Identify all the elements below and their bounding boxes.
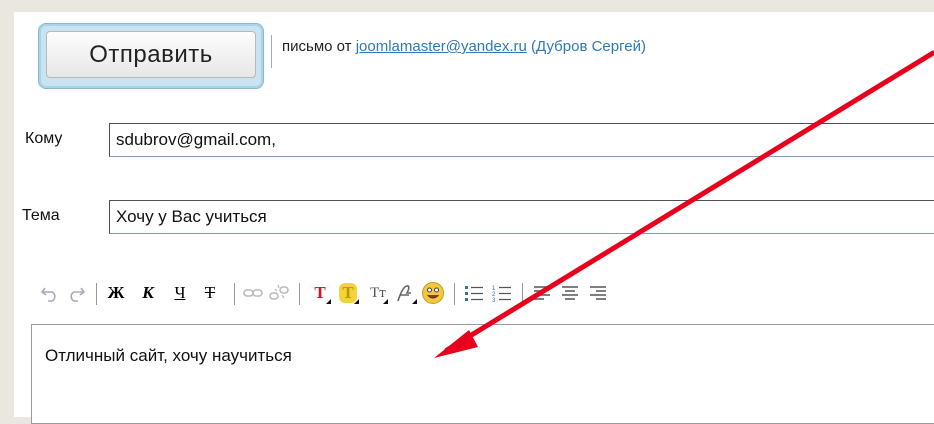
red-arrow-annotation [434,50,934,358]
